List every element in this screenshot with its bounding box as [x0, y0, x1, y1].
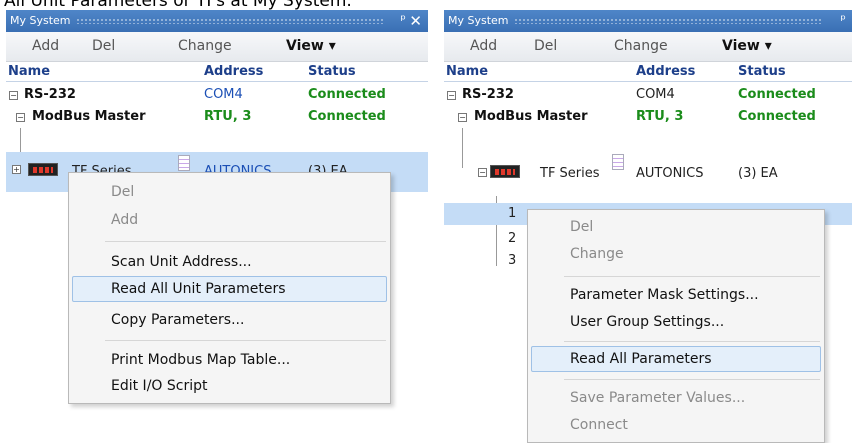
row-address: COM4 — [204, 87, 243, 102]
row-address: COM4 — [636, 87, 675, 102]
menu-change[interactable]: Change — [531, 241, 821, 267]
tree-row-rs232[interactable]: − RS-232 COM4 Connected — [6, 84, 428, 106]
collapse-icon[interactable]: − — [478, 168, 487, 177]
row-address: RTU, 3 — [204, 109, 252, 124]
menu-add[interactable]: Add — [72, 207, 387, 233]
row-address: AUTONICS — [636, 166, 704, 181]
row-status: Connected — [308, 109, 386, 124]
tree-row-modbus[interactable]: − ModBus Master RTU, 3 Connected — [444, 106, 852, 128]
row-name: RS-232 — [462, 87, 514, 102]
tf-device-icon — [490, 165, 520, 178]
change-button[interactable]: Change — [614, 38, 668, 54]
panel-title-bar[interactable]: My System ᵖ ✕ — [6, 10, 428, 32]
menu-del[interactable]: Del — [72, 179, 387, 205]
row-name: ModBus Master — [32, 109, 146, 124]
pin-icon[interactable]: ᵖ — [400, 10, 406, 32]
menu-user-group-settings[interactable]: User Group Settings... — [531, 309, 821, 335]
toolbar: Add Del Change View ▾ — [6, 32, 428, 62]
col-status[interactable]: Status — [738, 64, 786, 79]
row-name: RS-232 — [24, 87, 76, 102]
unit-label: 2 — [508, 231, 517, 246]
row-status: Connected — [308, 87, 386, 102]
column-header: Name Address Status — [6, 62, 428, 82]
panel-title: My System — [10, 14, 71, 27]
row-status: (3) EA — [738, 166, 778, 181]
change-button[interactable]: Change — [178, 38, 232, 54]
menu-scan-unit-address[interactable]: Scan Unit Address... — [72, 249, 387, 275]
toolbar: Add Del Change View ▾ — [444, 32, 852, 62]
menu-separator — [564, 341, 820, 342]
unit-label: 1 — [508, 206, 517, 221]
menu-copy-parameters[interactable]: Copy Parameters... — [72, 307, 387, 333]
grip-dots — [76, 18, 384, 24]
col-address[interactable]: Address — [204, 64, 263, 79]
menu-save-parameter-values[interactable]: Save Parameter Values... — [531, 385, 821, 411]
parameter-icon — [612, 154, 624, 170]
row-name: ModBus Master — [474, 109, 588, 124]
menu-edit-io-script[interactable]: Edit I/O Script — [72, 373, 387, 399]
menu-separator — [564, 276, 820, 277]
collapse-icon[interactable]: − — [447, 91, 456, 100]
add-button[interactable]: Add — [470, 38, 497, 54]
menu-separator — [105, 241, 386, 242]
parameter-icon — [178, 155, 190, 171]
close-icon[interactable]: ✕ — [409, 10, 422, 32]
row-name: TF Series — [540, 166, 600, 181]
pin-icon[interactable]: ᵖ — [840, 10, 846, 32]
view-menu-button[interactable]: View ▾ — [286, 38, 336, 54]
row-status: Connected — [738, 109, 816, 124]
col-address[interactable]: Address — [636, 64, 695, 79]
collapse-icon[interactable]: − — [458, 113, 467, 122]
menu-print-modbus-map[interactable]: Print Modbus Map Table... — [72, 347, 387, 373]
tf-device-icon — [28, 163, 58, 176]
col-name[interactable]: Name — [8, 64, 50, 79]
view-menu-button[interactable]: View ▾ — [722, 38, 772, 54]
menu-del[interactable]: Del — [531, 214, 821, 240]
del-button[interactable]: Del — [534, 38, 557, 54]
collapse-icon[interactable]: − — [9, 91, 18, 100]
tree-row-modbus[interactable]: − ModBus Master RTU, 3 Connected — [6, 106, 428, 128]
context-menu-left: Del Add Scan Unit Address... Read All Un… — [68, 172, 391, 404]
menu-separator — [564, 379, 820, 380]
column-header: Name Address Status — [444, 62, 852, 82]
tree-row-tf-series[interactable]: − TF Series AUTONICS (3) EA — [444, 152, 852, 192]
unit-label: 3 — [508, 253, 517, 268]
panel-title: My System — [448, 14, 509, 27]
expand-icon[interactable]: + — [12, 165, 21, 174]
row-address: RTU, 3 — [636, 109, 684, 124]
collapse-icon[interactable]: − — [16, 113, 25, 122]
tree-row-rs232[interactable]: − RS-232 COM4 Connected — [444, 84, 852, 106]
menu-separator — [105, 340, 386, 341]
panel-title-bar[interactable]: My System ᵖ — [444, 10, 852, 32]
context-menu-right: Del Change Parameter Mask Settings... Us… — [527, 209, 825, 443]
menu-read-all-parameters[interactable]: Read All Parameters — [531, 346, 821, 372]
col-status[interactable]: Status — [308, 64, 356, 79]
grip-dots — [514, 18, 822, 24]
menu-connect[interactable]: Connect — [531, 412, 821, 438]
menu-read-all-unit-parameters[interactable]: Read All Unit Parameters — [72, 276, 387, 302]
menu-parameter-mask-settings[interactable]: Parameter Mask Settings... — [531, 282, 821, 308]
del-button[interactable]: Del — [92, 38, 115, 54]
row-status: Connected — [738, 87, 816, 102]
col-name[interactable]: Name — [446, 64, 488, 79]
add-button[interactable]: Add — [32, 38, 59, 54]
